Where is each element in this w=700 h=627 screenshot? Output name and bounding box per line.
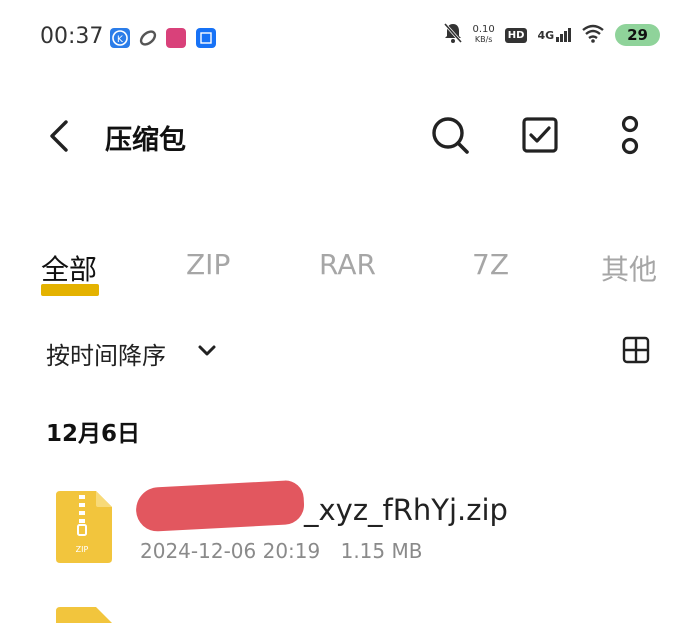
date-group-header: 12月6日 [46,421,141,447]
redaction-mark [134,479,306,533]
weibo-app-icon [166,28,186,48]
k-app-icon: K [110,28,130,48]
back-button[interactable] [44,118,74,154]
svg-text:ZIP: ZIP [76,545,89,554]
file-size: 1.15 MB [340,539,423,563]
cellular-icon: 4G [537,28,572,42]
hd-badge: HD [504,27,528,43]
tab-7z[interactable]: 7Z [472,248,509,281]
page-title: 压缩包 [105,125,186,156]
zhihu-app-icon [196,28,216,48]
search-button[interactable] [430,115,470,155]
file-name[interactable]: _xyz_fRhYj.zip [304,493,508,527]
status-time: 00:37 [40,24,104,49]
sort-dropdown[interactable]: 按时间降序 [46,336,166,371]
zip-file-icon [52,603,112,623]
mute-bell-icon [443,22,463,48]
status-icons: 0.10 KB/s HD 4G 29 [443,22,660,48]
net-speed: 0.10 KB/s [472,24,495,45]
link-app-icon [138,28,158,48]
chevron-down-icon[interactable] [196,340,218,362]
tab-zip[interactable]: ZIP [186,248,230,281]
tab-rar[interactable]: RAR [319,248,376,281]
wifi-icon [581,23,605,47]
tab-all[interactable]: 全部 [41,248,97,288]
select-mode-button[interactable] [520,115,560,155]
grid-view-button[interactable] [622,336,650,364]
battery-indicator: 29 [615,24,660,46]
zip-file-icon: ZIP [52,491,112,563]
file-meta: 2024-12-06 20:19 1.15 MB [140,539,436,563]
more-options-button[interactable] [612,112,648,160]
file-date: 2024-12-06 20:19 [140,539,321,563]
tab-other[interactable]: 其他 [601,248,657,288]
tab-active-indicator [41,284,99,296]
